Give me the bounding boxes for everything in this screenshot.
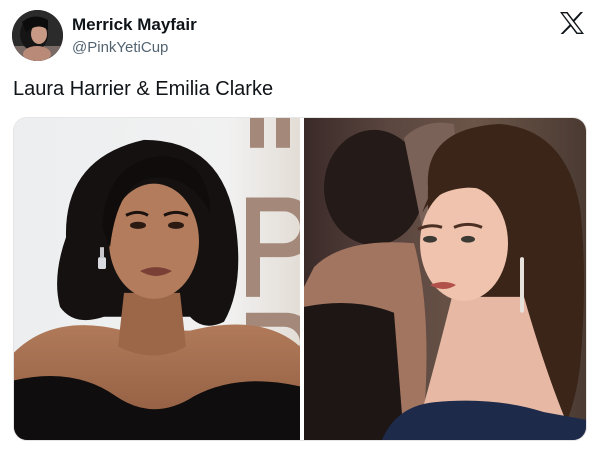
- x-logo-icon[interactable]: [559, 11, 585, 35]
- post-text: Laura Harrier & Emilia Clarke: [13, 78, 274, 100]
- photo-laura-harrier[interactable]: [14, 118, 300, 440]
- media-grid: [13, 117, 587, 441]
- post-header: Merrick Mayfair @PinkYetiCup: [12, 10, 587, 62]
- author-handle[interactable]: @PinkYetiCup: [72, 39, 168, 56]
- photo-emilia-clarke[interactable]: [304, 118, 586, 440]
- avatar[interactable]: [12, 10, 63, 61]
- author-name[interactable]: Merrick Mayfair: [72, 15, 197, 35]
- avatar-image: [12, 10, 63, 61]
